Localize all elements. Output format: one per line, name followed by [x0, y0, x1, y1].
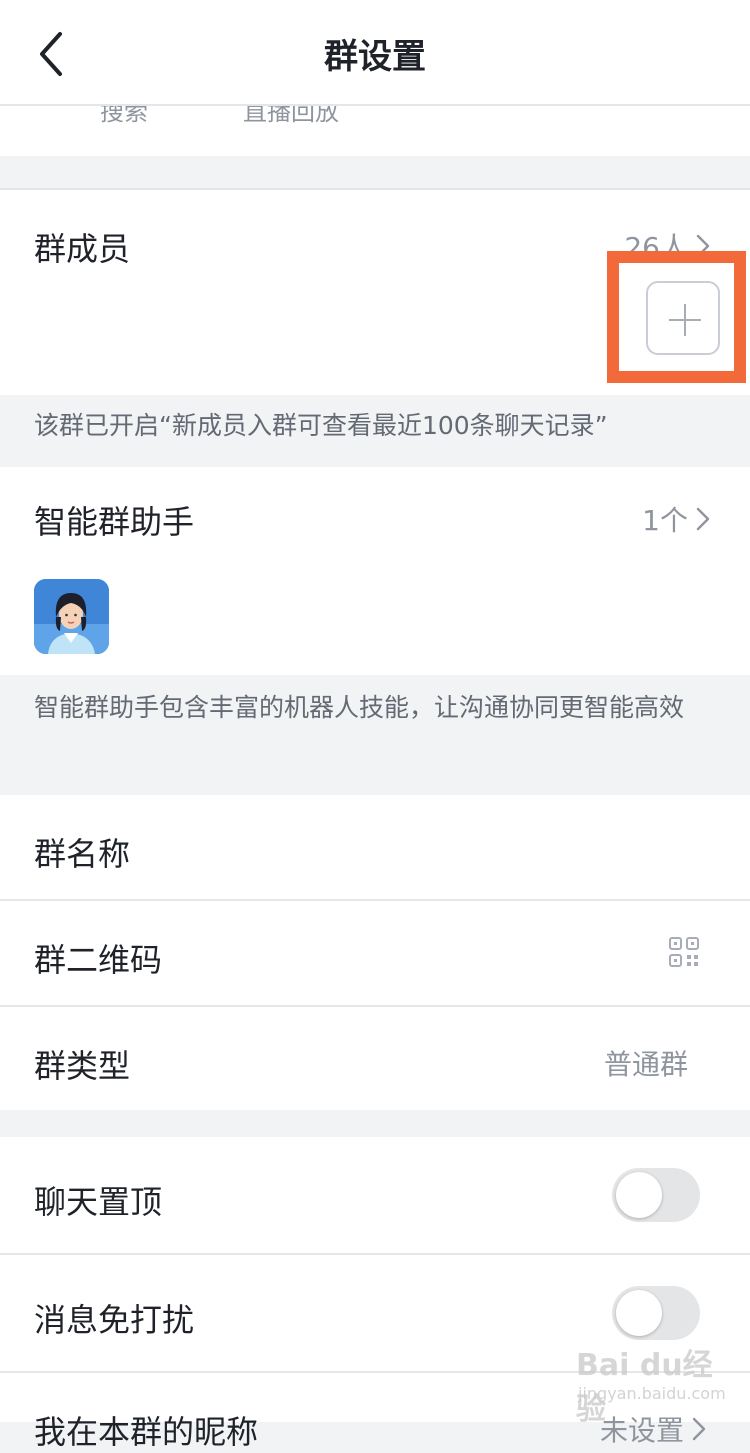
toggle-knob: [616, 1290, 662, 1336]
group-name-row[interactable]: 群名称: [0, 795, 750, 899]
chevron-right-icon: [696, 507, 710, 531]
mute-label: 消息免打扰: [34, 1301, 195, 1339]
toggle-knob: [616, 1172, 662, 1218]
watermark-url: jingyan.baidu.com: [578, 1384, 726, 1403]
assistant-avatar-icon: [34, 579, 109, 654]
pin-chat-row: 聊天置顶: [0, 1137, 750, 1253]
assistant-count: 1个: [642, 504, 688, 537]
group-info-section: 群名称 群二维码 群类型 普通群: [0, 795, 750, 1110]
mute-toggle[interactable]: [612, 1286, 700, 1340]
group-type-label: 群类型: [34, 1047, 131, 1085]
qr-code-icon[interactable]: [669, 937, 699, 967]
back-button[interactable]: [36, 30, 84, 86]
pin-chat-toggle[interactable]: [612, 1168, 700, 1222]
header-bar: 群设置: [0, 0, 750, 104]
highlight-box: [607, 251, 746, 383]
assistant-label: 智能群助手: [34, 503, 195, 541]
page-title: 群设置: [324, 37, 426, 77]
pin-chat-label: 聊天置顶: [34, 1183, 163, 1221]
members-label: 群成员: [34, 230, 131, 268]
group-qr-row[interactable]: 群二维码: [0, 901, 750, 1005]
members-history-note: 该群已开启“新成员入群可查看最近100条聊天记录”: [34, 411, 608, 440]
assistant-section: 智能群助手 1个: [0, 467, 750, 675]
group-type-row[interactable]: 群类型 普通群: [0, 1007, 750, 1110]
group-type-value: 普通群: [603, 1048, 688, 1081]
baidu-watermark: Bai du经验 jingyan.baidu.com: [576, 1340, 736, 1427]
group-name-label: 群名称: [34, 835, 131, 873]
nickname-label: 我在本群的昵称: [34, 1413, 259, 1451]
chevron-left-icon: [40, 32, 62, 76]
group-qr-label: 群二维码: [34, 941, 163, 979]
assistant-avatar[interactable]: [34, 579, 109, 654]
assistant-description-note: 智能群助手包含丰富的机器人技能，让沟通协同更智能高效: [34, 693, 685, 722]
assistant-count-link[interactable]: 1个: [570, 497, 710, 537]
